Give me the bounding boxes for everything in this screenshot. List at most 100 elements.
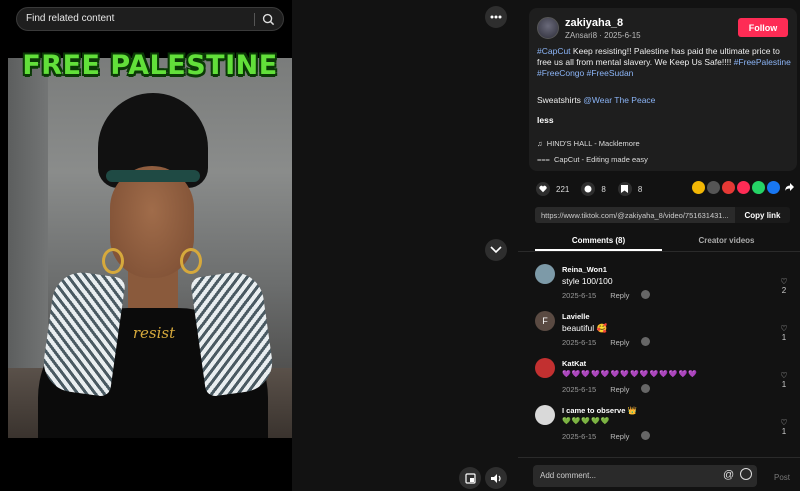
video-player[interactable]: resist — [8, 58, 292, 438]
post-info-card: zakiyaha_8 ZAnsari8 · 2025-6-15 Follow #… — [529, 8, 797, 171]
comment-author[interactable]: I came to observe 👑 — [562, 406, 637, 415]
whatsapp-icon[interactable] — [752, 181, 765, 194]
video-turban-band — [106, 170, 200, 182]
comment-avatar[interactable]: F — [535, 311, 555, 331]
more-icon — [490, 15, 502, 19]
follow-button[interactable]: Follow — [738, 18, 788, 37]
embed-icon[interactable] — [707, 181, 720, 194]
tabs: Comments (8) Creator videos — [535, 231, 790, 251]
comment-author[interactable]: Lavielle — [562, 312, 590, 321]
author-avatar[interactable] — [537, 17, 559, 39]
comment-like[interactable]: ♡ 1 — [779, 418, 789, 436]
left-edge — [0, 0, 8, 491]
engagement-stats: 221 8 8 — [536, 180, 654, 198]
heart-outline-icon[interactable]: ♡ — [779, 418, 789, 427]
comment-icon — [581, 182, 596, 196]
capcut-label[interactable]: CapCut - Editing made easy — [554, 155, 648, 164]
comment-like[interactable]: ♡ 2 — [779, 277, 789, 295]
comment-like[interactable]: ♡ 1 — [779, 324, 789, 342]
heart-outline-icon[interactable]: ♡ — [779, 277, 789, 286]
tab-creator-videos[interactable]: Creator videos — [663, 236, 790, 245]
capcut-row[interactable]: ⩶ CapCut - Editing made easy — [537, 155, 648, 165]
comment-date: 2025-6-15 — [562, 385, 597, 394]
send-icon[interactable] — [722, 181, 735, 194]
reply-button[interactable]: Reply — [610, 291, 629, 300]
comment-like[interactable]: ♡ 1 — [779, 371, 789, 389]
comment-like-count: 1 — [781, 333, 787, 342]
video-overlay-title: FREE PALESTINE — [22, 50, 278, 81]
copy-link-button[interactable]: Copy link — [735, 207, 790, 223]
emoji-icon[interactable] — [740, 468, 752, 480]
caption-hashtag-capcut[interactable]: #CapCut — [537, 46, 571, 56]
post-comment-button[interactable]: Post — [774, 473, 790, 482]
comment-meta: 2025-6-15 Reply — [562, 384, 651, 394]
video-necklace: resist — [132, 324, 176, 342]
reply-button[interactable]: Reply — [610, 338, 629, 347]
chevron-down-icon — [490, 246, 502, 254]
video-earring-left — [102, 248, 124, 274]
facebook-icon[interactable] — [767, 181, 780, 194]
author-username[interactable]: zakiyaha_8 — [565, 17, 623, 29]
comment-button[interactable]: 8 — [581, 182, 606, 196]
comment-date: 2025-6-15 — [562, 432, 597, 441]
comment-like-count: 1 — [781, 380, 787, 389]
search-input[interactable]: Find related content — [26, 13, 114, 24]
comment-avatar[interactable] — [535, 264, 555, 284]
search-bar[interactable]: Find related content — [16, 7, 284, 31]
comment-text: 💚💚💚💚💚 — [562, 418, 611, 425]
reply-button[interactable]: Reply — [610, 432, 629, 441]
volume-icon — [491, 473, 501, 483]
mention-icon[interactable]: @ — [723, 469, 734, 481]
save-button[interactable]: 8 — [617, 182, 643, 196]
reply-button[interactable]: Reply — [610, 385, 629, 394]
comment-date: 2025-6-15 — [562, 291, 597, 300]
music-title[interactable]: HIND'S HALL - Macklemore — [547, 139, 640, 148]
tabs-divider — [518, 251, 800, 252]
heart-outline-icon[interactable]: ♡ — [779, 324, 789, 333]
music-note-icon: ♫ — [537, 139, 547, 148]
heart-icon — [536, 182, 550, 196]
share-arrow-icon[interactable] — [784, 182, 795, 193]
comment-author[interactable]: Reina_Won1 — [562, 265, 607, 274]
comment-bar: Add comment... @ Post — [518, 457, 800, 491]
capcut-icon: ⩶ — [537, 155, 555, 164]
search-divider — [254, 13, 255, 26]
comment-list: Reina_Won1 style 100/100 2025-6-15 Reply … — [518, 254, 800, 454]
volume-button[interactable] — [485, 467, 507, 489]
comment-meta: 2025-6-15 Reply — [562, 290, 651, 300]
comment-avatar[interactable] — [535, 405, 555, 425]
comment-like-count: 2 — [781, 286, 787, 295]
less-toggle[interactable]: less — [537, 115, 554, 125]
tiktok-video-page: Find related content resist FREE PALESTI… — [0, 0, 800, 491]
next-video-button[interactable] — [485, 239, 507, 261]
sweatshirts-prefix: Sweatshirts — [537, 95, 584, 105]
comment-author[interactable]: KatKat — [562, 359, 586, 368]
sweatshirts-link[interactable]: @Wear The Peace — [583, 95, 655, 105]
comment-meta: 2025-6-15 Reply — [562, 431, 651, 441]
creator-liked-avatar — [641, 290, 651, 299]
creator-liked-avatar — [641, 337, 651, 346]
post-caption: #CapCut Keep resisting!! Palestine has p… — [537, 46, 791, 79]
like-count: 221 — [556, 184, 570, 194]
comment-text: 💜💜💜💜💜💜💜💜💜💜💜💜💜💜 — [562, 371, 699, 378]
video-earring-right — [180, 248, 202, 274]
comment-avatar[interactable] — [535, 358, 555, 378]
share-icons — [692, 181, 795, 194]
music-row[interactable]: ♫ HIND'S HALL - Macklemore — [537, 139, 640, 148]
share-coin-icon[interactable] — [692, 181, 705, 194]
save-count: 8 — [637, 184, 643, 194]
comment-text: beautiful 🥰 — [562, 323, 608, 333]
like-button[interactable]: 221 — [536, 182, 569, 196]
pip-button[interactable] — [459, 467, 481, 489]
pip-icon — [464, 472, 476, 484]
more-options-button[interactable] — [485, 6, 507, 28]
tab-comments[interactable]: Comments (8) — [535, 236, 662, 245]
repost-icon[interactable] — [737, 181, 750, 194]
creator-liked-avatar — [641, 384, 651, 393]
search-icon[interactable] — [262, 13, 275, 26]
creator-liked-avatar — [641, 431, 651, 440]
heart-outline-icon[interactable]: ♡ — [779, 371, 789, 380]
video-link-field[interactable]: https://www.tiktok.com/@zakiyaha_8/video… — [535, 207, 735, 223]
bookmark-icon — [617, 182, 632, 196]
comment-like-count: 1 — [781, 427, 787, 436]
